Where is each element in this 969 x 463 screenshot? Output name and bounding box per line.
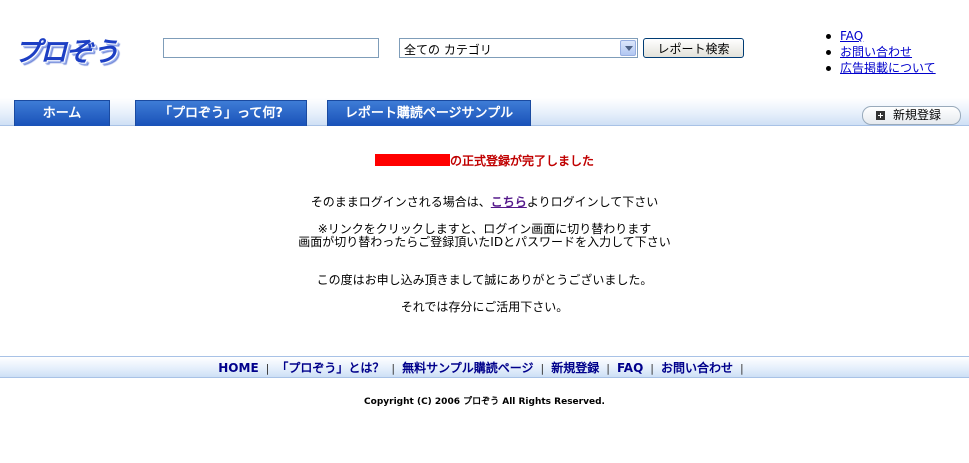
registration-complete-message: の正式登録が完了しました xyxy=(0,152,969,169)
footer-separator: | xyxy=(650,362,654,375)
top-links: FAQ お問い合わせ 広告掲載について xyxy=(822,28,936,76)
nav-bar: ホーム 「プロぞう」って何? レポート購読ページサンプル xyxy=(0,98,969,126)
redacted-name xyxy=(374,154,450,166)
tab-report-sample[interactable]: レポート購読ページサンプル xyxy=(327,100,531,126)
copyright: Copyright (C) 2006 プロぞう All Rights Reser… xyxy=(364,397,605,407)
footer-link-register[interactable]: 新規登録 xyxy=(551,361,599,375)
tab-home[interactable]: ホーム xyxy=(14,100,110,126)
report-search-button[interactable]: レポート検索 xyxy=(643,38,744,58)
registration-complete-text: の正式登録が完了しました xyxy=(449,154,594,168)
footer-link-about[interactable]: 「プロぞう」とは？ xyxy=(276,361,384,375)
faq-link[interactable]: FAQ xyxy=(840,29,863,43)
footer-separator: | xyxy=(740,362,744,375)
footer-separator: | xyxy=(265,362,270,375)
advertising-link[interactable]: 広告掲載について xyxy=(840,61,936,75)
contact-link[interactable]: お問い合わせ xyxy=(840,45,912,59)
footer-link-faq[interactable]: FAQ xyxy=(617,361,643,375)
chevron-down-icon[interactable] xyxy=(620,40,636,56)
plus-icon xyxy=(876,111,885,120)
note-line-2: 画面が切り替わったらご登録頂いたIDとパスワードを入力して下さい xyxy=(298,235,671,249)
footer-link-home[interactable]: HOME xyxy=(218,361,258,375)
footer-link-contact[interactable]: お問い合わせ xyxy=(661,361,733,375)
top-link-item: FAQ xyxy=(822,28,936,44)
tab-what-is-prozou[interactable]: 「プロぞう」って何? xyxy=(135,100,307,126)
category-select[interactable]: 全ての カテゴリ xyxy=(399,38,638,58)
login-instruction: そのままログインされる場合は、こちらよりログインして下さい xyxy=(0,193,969,210)
footer-separator: | xyxy=(540,362,545,375)
top-link-item: お問い合わせ xyxy=(822,44,936,60)
footer-separator: | xyxy=(391,362,396,375)
closing-text: それでは存分にご活用下さい。 xyxy=(400,300,569,314)
footer-nav: HOME | 「プロぞう」とは？ | 無料サンプル購読ページ | 新規登録 | FAQ | お問い合… xyxy=(0,356,969,378)
footer-separator: | xyxy=(606,362,610,375)
login-suffix-text: よりログインして下さい xyxy=(526,195,659,209)
login-here-link[interactable]: こちら xyxy=(491,195,527,209)
register-label: 新規登録 xyxy=(893,108,942,122)
site-logo[interactable]: プロぞう xyxy=(14,30,119,69)
register-button[interactable]: 新規登録 xyxy=(862,106,961,125)
login-prefix-text: そのままログインされる場合は、 xyxy=(310,195,491,209)
category-selected-value: 全ての カテゴリ xyxy=(404,43,492,57)
footer-link-free-sample[interactable]: 無料サンプル購読ページ xyxy=(402,361,533,375)
search-input[interactable] xyxy=(163,38,379,58)
top-link-item: 広告掲載について xyxy=(822,60,936,76)
thanks-text: この度はお申し込み頂きまして誠にありがとうございました。 xyxy=(316,273,653,287)
